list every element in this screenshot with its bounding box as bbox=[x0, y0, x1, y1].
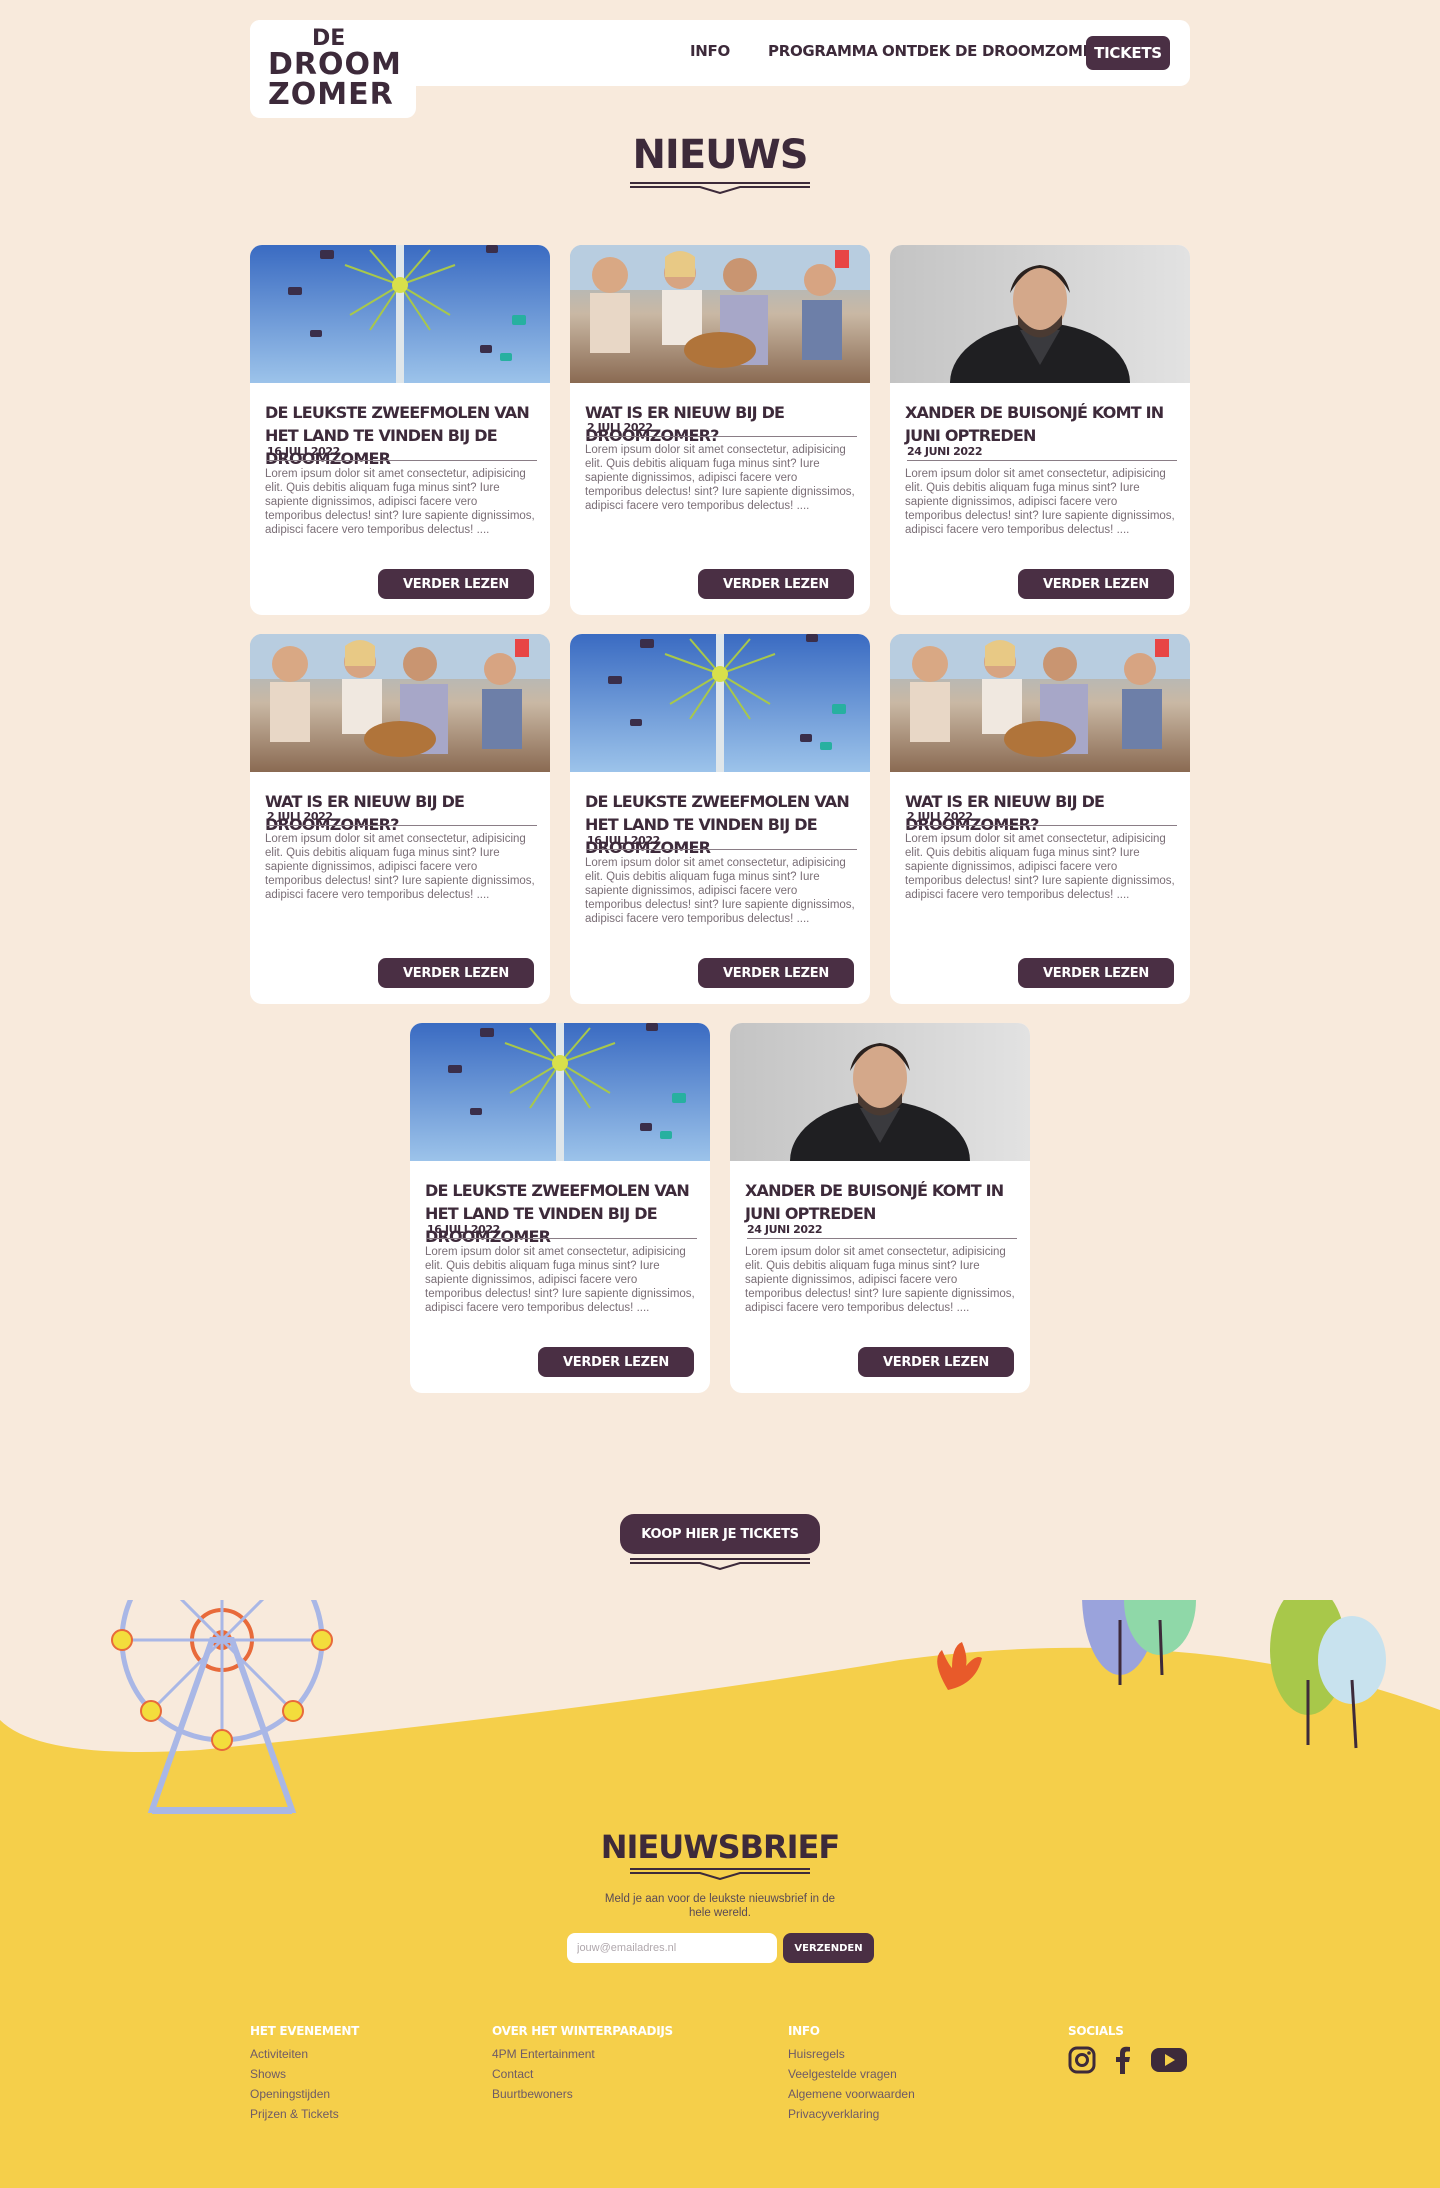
footer-link[interactable]: Prijzen & Tickets bbox=[250, 2104, 359, 2124]
news-card-excerpt: Lorem ipsum dolor sit amet consectetur, … bbox=[265, 468, 535, 536]
news-card-title[interactable]: XANDER DE BUISONJÉ KOMT IN JUNI OPTREDEN bbox=[745, 1179, 1020, 1225]
tickets-button[interactable]: TICKETS bbox=[1086, 36, 1170, 70]
footer-link[interactable]: Openingstijden bbox=[250, 2084, 359, 2104]
news-card-image[interactable] bbox=[570, 245, 870, 383]
news-card-image[interactable] bbox=[890, 245, 1190, 383]
news-card-date: 16 JULI 2022 bbox=[267, 445, 537, 461]
news-card-image[interactable] bbox=[730, 1023, 1030, 1161]
newsletter-submit-button[interactable]: VERZENDEN bbox=[783, 1933, 874, 1963]
news-card-title[interactable]: XANDER DE BUISONJÉ KOMT IN JUNI OPTREDEN bbox=[905, 401, 1180, 447]
footer-link[interactable]: Huisregels bbox=[788, 2044, 915, 2064]
news-card-excerpt: Lorem ipsum dolor sit amet consectetur, … bbox=[585, 444, 855, 512]
footer-link[interactable]: 4PM Entertainment bbox=[492, 2044, 673, 2064]
read-more-button[interactable]: VERDER LEZEN bbox=[698, 569, 854, 599]
footer-heading-socials: SOCIALS bbox=[1068, 2024, 1124, 2038]
footer-col-socials: SOCIALS bbox=[1068, 2024, 1124, 2044]
footer-heading-evenement: HET EVENEMENT bbox=[250, 2024, 359, 2038]
nav-info[interactable]: INFO bbox=[690, 42, 730, 60]
footer-link[interactable]: Shows bbox=[250, 2064, 359, 2084]
news-card: DE LEUKSTE ZWEEFMOLEN VAN HET LAND TE VI… bbox=[410, 1023, 710, 1393]
news-card-date: 24 JUNI 2022 bbox=[747, 1223, 1017, 1239]
read-more-button[interactable]: VERDER LEZEN bbox=[1018, 569, 1174, 599]
footer-link[interactable]: Privacyverklaring bbox=[788, 2104, 915, 2124]
newsletter-underline-decoration bbox=[630, 1868, 810, 1880]
read-more-button[interactable]: VERDER LEZEN bbox=[378, 569, 534, 599]
news-card-excerpt: Lorem ipsum dolor sit amet consectetur, … bbox=[585, 857, 855, 925]
news-card-image[interactable] bbox=[890, 634, 1190, 772]
footer-col-info: INFO Huisregels Veelgestelde vragen Alge… bbox=[788, 2024, 915, 2124]
news-card-date: 16 JULI 2022 bbox=[587, 834, 857, 850]
newsletter-email-input[interactable] bbox=[567, 1933, 777, 1963]
cta-underline-decoration bbox=[630, 1558, 810, 1570]
youtube-icon[interactable] bbox=[1150, 2046, 1188, 2074]
read-more-button[interactable]: VERDER LEZEN bbox=[1018, 958, 1174, 988]
footer-link[interactable]: Veelgestelde vragen bbox=[788, 2064, 915, 2084]
news-card-date: 16 JULI 2022 bbox=[427, 1223, 697, 1239]
nav-ontdek-label: ONTDEK DE DROOMZOMER bbox=[882, 42, 1104, 60]
facebook-icon[interactable] bbox=[1114, 2046, 1132, 2074]
news-card-excerpt: Lorem ipsum dolor sit amet consectetur, … bbox=[905, 468, 1175, 536]
footer-col-evenement: HET EVENEMENT Activiteiten Shows Opening… bbox=[250, 2024, 359, 2124]
nav-programma[interactable]: PROGRAMMA bbox=[768, 42, 878, 60]
news-card: XANDER DE BUISONJÉ KOMT IN JUNI OPTREDEN… bbox=[890, 245, 1190, 615]
news-card: DE LEUKSTE ZWEEFMOLEN VAN HET LAND TE VI… bbox=[250, 245, 550, 615]
nav-ontdek[interactable]: ONTDEK DE DROOMZOMER ⌄ bbox=[882, 42, 1117, 60]
page-title: NIEUWS bbox=[632, 132, 808, 178]
read-more-button[interactable]: VERDER LEZEN bbox=[538, 1347, 694, 1377]
footer-link[interactable]: Algemene voorwaarden bbox=[788, 2084, 915, 2104]
title-underline-decoration bbox=[630, 182, 810, 194]
footer-col-winterparadijs: OVER HET WINTERPARADIJS 4PM Entertainmen… bbox=[492, 2024, 673, 2104]
news-card-excerpt: Lorem ipsum dolor sit amet consectetur, … bbox=[425, 1246, 695, 1314]
news-card-date: 2 JULI 2022 bbox=[907, 810, 1177, 826]
footer-link[interactable]: Activiteiten bbox=[250, 2044, 359, 2064]
news-card-excerpt: Lorem ipsum dolor sit amet consectetur, … bbox=[745, 1246, 1015, 1314]
social-icons bbox=[1068, 2046, 1188, 2074]
news-card: WAT IS ER NIEUW BIJ DE DROOMZOMER? 2 JUL… bbox=[570, 245, 870, 615]
newsletter-title: NIEUWSBRIEF bbox=[600, 1828, 841, 1866]
news-card: DE LEUKSTE ZWEEFMOLEN VAN HET LAND TE VI… bbox=[570, 634, 870, 1004]
news-card-date: 2 JULI 2022 bbox=[267, 810, 537, 826]
read-more-button[interactable]: VERDER LEZEN bbox=[858, 1347, 1014, 1377]
news-card: WAT IS ER NIEUW BIJ DE DROOMZOMER? 2 JUL… bbox=[890, 634, 1190, 1004]
news-card-image[interactable] bbox=[410, 1023, 710, 1161]
buy-tickets-button[interactable]: KOOP HIER JE TICKETS bbox=[620, 1514, 820, 1554]
read-more-button[interactable]: VERDER LEZEN bbox=[378, 958, 534, 988]
footer-link[interactable]: Buurtbewoners bbox=[492, 2084, 673, 2104]
newsletter-description: Meld je aan voor de leukste nieuwsbrief … bbox=[604, 1893, 836, 1919]
news-card-excerpt: Lorem ipsum dolor sit amet consectetur, … bbox=[905, 833, 1175, 901]
footer-heading-info: INFO bbox=[788, 2024, 820, 2038]
news-card-date: 2 JULI 2022 bbox=[587, 421, 857, 437]
news-card-date: 24 JUNI 2022 bbox=[907, 445, 1177, 461]
news-card: WAT IS ER NIEUW BIJ DE DROOMZOMER? 2 JUL… bbox=[250, 634, 550, 1004]
instagram-icon[interactable] bbox=[1068, 2046, 1096, 2074]
news-card: XANDER DE BUISONJÉ KOMT IN JUNI OPTREDEN… bbox=[730, 1023, 1030, 1393]
footer-link[interactable]: Contact bbox=[492, 2064, 673, 2084]
news-card-image[interactable] bbox=[570, 634, 870, 772]
logo-text[interactable]: DE DROOM ZOMER bbox=[268, 28, 401, 110]
news-card-image[interactable] bbox=[250, 245, 550, 383]
read-more-button[interactable]: VERDER LEZEN bbox=[698, 958, 854, 988]
footer-heading-winterparadijs: OVER HET WINTERPARADIJS bbox=[492, 2024, 673, 2038]
news-card-image[interactable] bbox=[250, 634, 550, 772]
news-card-excerpt: Lorem ipsum dolor sit amet consectetur, … bbox=[265, 833, 535, 901]
